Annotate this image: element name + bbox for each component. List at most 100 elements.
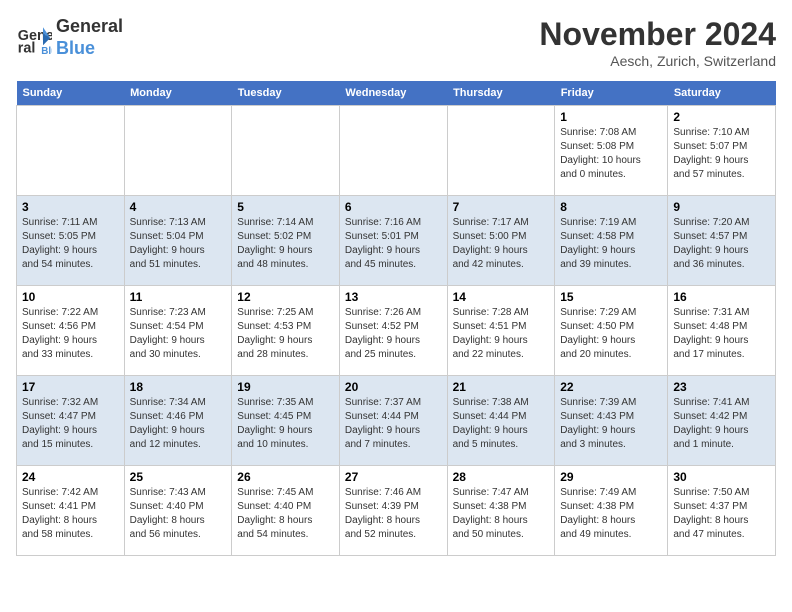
calendar-cell: 27 Sunrise: 7:46 AMSunset: 4:39 PMDayligh… (339, 466, 447, 556)
logo-line1: General (56, 16, 123, 38)
day-number: 6 (345, 200, 442, 214)
day-number: 17 (22, 380, 119, 394)
day-info: Sunrise: 7:46 AMSunset: 4:39 PMDaylight:… (345, 486, 442, 542)
day-number: 29 (560, 470, 662, 484)
calendar-cell: 18Sunrise: 7:34 AMSunset: 4:46 PMDayligh… (124, 376, 232, 466)
location-title: Aesch, Zurich, Switzerland (539, 53, 776, 69)
calendar-cell: 25 Sunrise: 7:43 AMSunset: 4:40 PMDayligh… (124, 466, 232, 556)
day-info: Sunrise: 7:11 AMSunset: 5:05 PMDaylight:… (22, 216, 119, 272)
calendar-cell: 24Sunrise: 7:42 AMSunset: 4:41 PMDayligh… (17, 466, 125, 556)
day-info: Sunrise: 7:32 AMSunset: 4:47 PMDaylight:… (22, 396, 119, 452)
day-info: Sunrise: 7:35 AMSunset: 4:45 PMDaylight:… (237, 396, 334, 452)
calendar-cell: 9 Sunrise: 7:20 AMSunset: 4:57 PMDaylight… (668, 196, 776, 286)
calendar-cell: 7 Sunrise: 7:17 AMSunset: 5:00 PMDaylight… (447, 196, 555, 286)
day-info: Sunrise: 7:23 AMSunset: 4:54 PMDaylight:… (130, 306, 227, 362)
calendar-cell: 21Sunrise: 7:38 AMSunset: 4:44 PMDayligh… (447, 376, 555, 466)
weekday-header-friday: Friday (555, 81, 668, 106)
svg-text:Blue: Blue (41, 46, 52, 56)
day-number: 14 (453, 290, 550, 304)
calendar-week-row: 24Sunrise: 7:42 AMSunset: 4:41 PMDayligh… (17, 466, 776, 556)
day-number: 5 (237, 200, 334, 214)
day-info: Sunrise: 7:49 AMSunset: 4:38 PMDaylight:… (560, 486, 662, 542)
logo-line2: Blue (56, 38, 123, 60)
calendar-cell: 19 Sunrise: 7:35 AMSunset: 4:45 PMDayligh… (232, 376, 340, 466)
day-number: 11 (130, 290, 227, 304)
header: Gene ral Blue General Blue November 2024… (16, 16, 776, 69)
day-number: 8 (560, 200, 662, 214)
day-info: Sunrise: 7:14 AMSunset: 5:02 PMDaylight:… (237, 216, 334, 272)
calendar-cell: 8 Sunrise: 7:19 AMSunset: 4:58 PMDaylight… (555, 196, 668, 286)
day-info: Sunrise: 7:22 AMSunset: 4:56 PMDaylight:… (22, 306, 119, 362)
day-number: 2 (673, 110, 770, 124)
svg-text:ral: ral (18, 40, 36, 56)
day-info: Sunrise: 7:10 AMSunset: 5:07 PMDaylight:… (673, 126, 770, 182)
weekday-header-saturday: Saturday (668, 81, 776, 106)
calendar-cell (17, 106, 125, 196)
calendar-cell: 30 Sunrise: 7:50 AMSunset: 4:37 PMDayligh… (668, 466, 776, 556)
day-info: Sunrise: 7:25 AMSunset: 4:53 PMDaylight:… (237, 306, 334, 362)
calendar-week-row: 1 Sunrise: 7:08 AMSunset: 5:08 PMDaylight… (17, 106, 776, 196)
day-number: 20 (345, 380, 442, 394)
calendar-cell: 17 Sunrise: 7:32 AMSunset: 4:47 PMDayligh… (17, 376, 125, 466)
day-info: Sunrise: 7:17 AMSunset: 5:00 PMDaylight:… (453, 216, 550, 272)
calendar-cell: 29 Sunrise: 7:49 AMSunset: 4:38 PMDayligh… (555, 466, 668, 556)
day-info: Sunrise: 7:42 AMSunset: 4:41 PMDaylight:… (22, 486, 119, 542)
calendar-cell: 15 Sunrise: 7:29 AMSunset: 4:50 PMDayligh… (555, 286, 668, 376)
calendar-cell: 12 Sunrise: 7:25 AMSunset: 4:53 PMDayligh… (232, 286, 340, 376)
day-info: Sunrise: 7:28 AMSunset: 4:51 PMDaylight:… (453, 306, 550, 362)
day-number: 9 (673, 200, 770, 214)
calendar-cell: 26 Sunrise: 7:45 AMSunset: 4:40 PMDayligh… (232, 466, 340, 556)
calendar-cell: 2 Sunrise: 7:10 AMSunset: 5:07 PMDaylight… (668, 106, 776, 196)
day-number: 12 (237, 290, 334, 304)
day-info: Sunrise: 7:43 AMSunset: 4:40 PMDaylight:… (130, 486, 227, 542)
calendar-week-row: 3 Sunrise: 7:11 AMSunset: 5:05 PMDaylight… (17, 196, 776, 286)
calendar-cell: 20Sunrise: 7:37 AMSunset: 4:44 PMDayligh… (339, 376, 447, 466)
calendar-cell: 13 Sunrise: 7:26 AMSunset: 4:52 PMDayligh… (339, 286, 447, 376)
day-number: 4 (130, 200, 227, 214)
day-info: Sunrise: 7:20 AMSunset: 4:57 PMDaylight:… (673, 216, 770, 272)
day-info: Sunrise: 7:16 AMSunset: 5:01 PMDaylight:… (345, 216, 442, 272)
calendar-table: SundayMondayTuesdayWednesdayThursdayFrid… (16, 81, 776, 556)
weekday-header-tuesday: Tuesday (232, 81, 340, 106)
calendar-cell: 16Sunrise: 7:31 AMSunset: 4:48 PMDayligh… (668, 286, 776, 376)
calendar-cell: 3 Sunrise: 7:11 AMSunset: 5:05 PMDaylight… (17, 196, 125, 286)
day-info: Sunrise: 7:47 AMSunset: 4:38 PMDaylight:… (453, 486, 550, 542)
day-info: Sunrise: 7:13 AMSunset: 5:04 PMDaylight:… (130, 216, 227, 272)
day-number: 25 (130, 470, 227, 484)
weekday-header-wednesday: Wednesday (339, 81, 447, 106)
day-info: Sunrise: 7:45 AMSunset: 4:40 PMDaylight:… (237, 486, 334, 542)
calendar-week-row: 10 Sunrise: 7:22 AMSunset: 4:56 PMDayligh… (17, 286, 776, 376)
calendar-cell: 1 Sunrise: 7:08 AMSunset: 5:08 PMDaylight… (555, 106, 668, 196)
day-number: 23 (673, 380, 770, 394)
logo-icon: Gene ral Blue (16, 20, 52, 56)
day-number: 26 (237, 470, 334, 484)
day-info: Sunrise: 7:29 AMSunset: 4:50 PMDaylight:… (560, 306, 662, 362)
day-info: Sunrise: 7:50 AMSunset: 4:37 PMDaylight:… (673, 486, 770, 542)
calendar-cell: 4 Sunrise: 7:13 AMSunset: 5:04 PMDaylight… (124, 196, 232, 286)
day-number: 27 (345, 470, 442, 484)
calendar-week-row: 17 Sunrise: 7:32 AMSunset: 4:47 PMDayligh… (17, 376, 776, 466)
day-number: 3 (22, 200, 119, 214)
day-info: Sunrise: 7:19 AMSunset: 4:58 PMDaylight:… (560, 216, 662, 272)
calendar-cell: 28 Sunrise: 7:47 AMSunset: 4:38 PMDayligh… (447, 466, 555, 556)
day-number: 1 (560, 110, 662, 124)
day-info: Sunrise: 7:08 AMSunset: 5:08 PMDaylight:… (560, 126, 662, 182)
day-number: 19 (237, 380, 334, 394)
day-info: Sunrise: 7:38 AMSunset: 4:44 PMDaylight:… (453, 396, 550, 452)
day-number: 13 (345, 290, 442, 304)
day-info: Sunrise: 7:26 AMSunset: 4:52 PMDaylight:… (345, 306, 442, 362)
calendar-cell: 23 Sunrise: 7:41 AMSunset: 4:42 PMDayligh… (668, 376, 776, 466)
calendar-cell (124, 106, 232, 196)
day-number: 28 (453, 470, 550, 484)
month-title: November 2024 (539, 16, 776, 53)
calendar-cell (339, 106, 447, 196)
day-info: Sunrise: 7:34 AMSunset: 4:46 PMDaylight:… (130, 396, 227, 452)
day-number: 7 (453, 200, 550, 214)
day-number: 15 (560, 290, 662, 304)
calendar-cell: 22Sunrise: 7:39 AMSunset: 4:43 PMDayligh… (555, 376, 668, 466)
calendar-cell: 6 Sunrise: 7:16 AMSunset: 5:01 PMDaylight… (339, 196, 447, 286)
day-number: 30 (673, 470, 770, 484)
day-info: Sunrise: 7:41 AMSunset: 4:42 PMDaylight:… (673, 396, 770, 452)
day-number: 10 (22, 290, 119, 304)
calendar-cell (232, 106, 340, 196)
